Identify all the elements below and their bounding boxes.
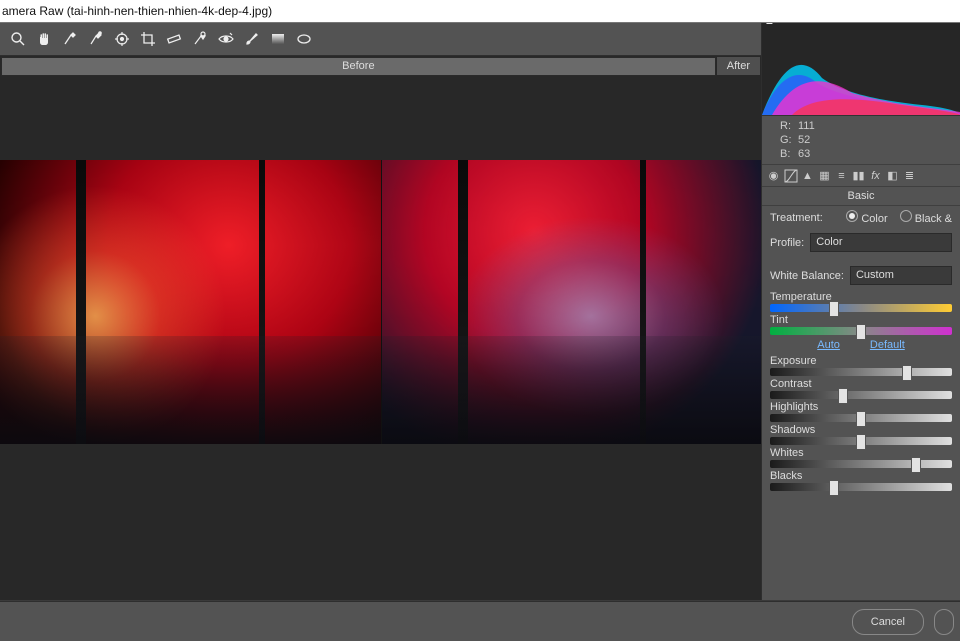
treatment-label: Treatment:: [770, 212, 823, 224]
lens-tab-icon[interactable]: ▮▮: [851, 168, 866, 183]
crop-tool-icon[interactable]: [136, 27, 160, 51]
contrast-label: Contrast: [770, 378, 952, 390]
calibration-tab-icon[interactable]: ◧: [885, 168, 900, 183]
preview-area: Before After: [0, 56, 762, 600]
shadows-slider[interactable]: [770, 437, 952, 445]
tint-slider[interactable]: [770, 327, 952, 335]
temperature-label: Temperature: [770, 291, 952, 303]
zoom-tool-icon[interactable]: [6, 27, 30, 51]
exposure-label: Exposure: [770, 355, 952, 367]
highlights-slider[interactable]: [770, 414, 952, 422]
histogram-clip-marker-icon[interactable]: ▲: [764, 23, 775, 27]
adjust-panel: ▲ R:111 G:52 B:63 ◉ ▲ ▦ ≡ ▮▮ fx ◧ ≣ Basi…: [761, 23, 960, 600]
contrast-slider[interactable]: [770, 391, 952, 399]
white-balance-tool-icon[interactable]: [58, 27, 82, 51]
graduated-filter-icon[interactable]: [266, 27, 290, 51]
fx-tab-icon[interactable]: fx: [868, 168, 883, 183]
after-image[interactable]: [381, 160, 763, 444]
targeted-adjust-tool-icon[interactable]: [110, 27, 134, 51]
basic-tab-icon[interactable]: ◉: [766, 168, 781, 183]
before-tab[interactable]: Before: [1, 57, 716, 76]
panel-tabs: ◉ ▲ ▦ ≡ ▮▮ fx ◧ ≣: [762, 165, 960, 187]
whites-slider[interactable]: [770, 460, 952, 468]
split-tone-tab-icon[interactable]: ≡: [834, 168, 849, 183]
curve-tab-icon[interactable]: [783, 168, 798, 183]
dialog-buttons: Cancel: [0, 601, 960, 641]
app-frame: Before After − + 12.5% ⌄ ▲: [0, 22, 960, 641]
profile-select[interactable]: Color: [810, 233, 952, 252]
color-sampler-tool-icon[interactable]: [84, 27, 108, 51]
rgb-readout: R:111 G:52 B:63: [762, 116, 960, 165]
hand-tool-icon[interactable]: [32, 27, 56, 51]
temperature-slider[interactable]: [770, 304, 952, 312]
hsl-tab-icon[interactable]: ▦: [817, 168, 832, 183]
default-link[interactable]: Default: [870, 339, 905, 351]
spot-removal-tool-icon[interactable]: [188, 27, 212, 51]
blacks-slider[interactable]: [770, 483, 952, 491]
exposure-slider[interactable]: [770, 368, 952, 376]
red-eye-tool-icon[interactable]: [214, 27, 238, 51]
after-tab[interactable]: After: [717, 57, 760, 75]
panel-title: Basic: [762, 187, 960, 206]
done-button[interactable]: [934, 609, 954, 635]
treatment-color-radio[interactable]: Color: [846, 210, 887, 225]
title-bar: amera Raw (tai-hinh-nen-thien-nhien-4k-d…: [0, 0, 960, 22]
auto-link[interactable]: Auto: [817, 339, 840, 351]
adjustment-brush-icon[interactable]: [240, 27, 264, 51]
cancel-button[interactable]: Cancel: [852, 609, 924, 635]
radial-filter-icon[interactable]: [292, 27, 316, 51]
profile-label: Profile:: [770, 237, 804, 249]
blacks-label: Blacks: [770, 470, 952, 482]
white-balance-label: White Balance:: [770, 270, 844, 282]
before-image[interactable]: [0, 160, 381, 444]
white-balance-select[interactable]: Custom: [850, 266, 952, 285]
straighten-tool-icon[interactable]: [162, 27, 186, 51]
detail-tab-icon[interactable]: ▲: [800, 168, 815, 183]
presets-tab-icon[interactable]: ≣: [902, 168, 917, 183]
histogram[interactable]: ▲: [762, 23, 960, 116]
treatment-bw-radio[interactable]: Black &: [900, 210, 952, 225]
